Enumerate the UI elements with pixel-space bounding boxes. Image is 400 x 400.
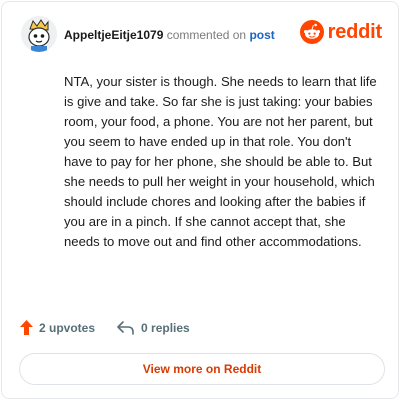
reddit-snoo-icon <box>299 20 324 44</box>
reply-arrow-icon <box>117 320 134 335</box>
post-link[interactable]: post <box>249 28 274 42</box>
upvote-button[interactable]: 2 upvotes <box>20 320 95 335</box>
upvote-arrow-icon <box>20 320 33 335</box>
comment-header: AppeltjeEitje1079 commented on post <box>64 28 275 42</box>
view-more-button[interactable]: View more on Reddit <box>19 353 385 385</box>
reply-count: 0 replies <box>141 320 190 335</box>
comment-card: AppeltjeEitje1079 commented on post redd… <box>1 1 399 399</box>
comment-actions: 2 upvotes 0 replies <box>20 320 190 335</box>
user-avatar-icon <box>21 16 57 52</box>
reply-button[interactable]: 0 replies <box>117 321 190 335</box>
avatar[interactable] <box>21 16 57 52</box>
commented-on-label: commented on <box>166 28 247 42</box>
username[interactable]: AppeltjeEitje1079 <box>64 28 163 42</box>
reddit-logo[interactable]: reddit <box>299 20 383 44</box>
comment-body: NTA, your sister is though. She needs to… <box>64 74 377 249</box>
reddit-wordmark: reddit <box>327 21 383 43</box>
upvote-count: 2 upvotes <box>39 320 96 335</box>
